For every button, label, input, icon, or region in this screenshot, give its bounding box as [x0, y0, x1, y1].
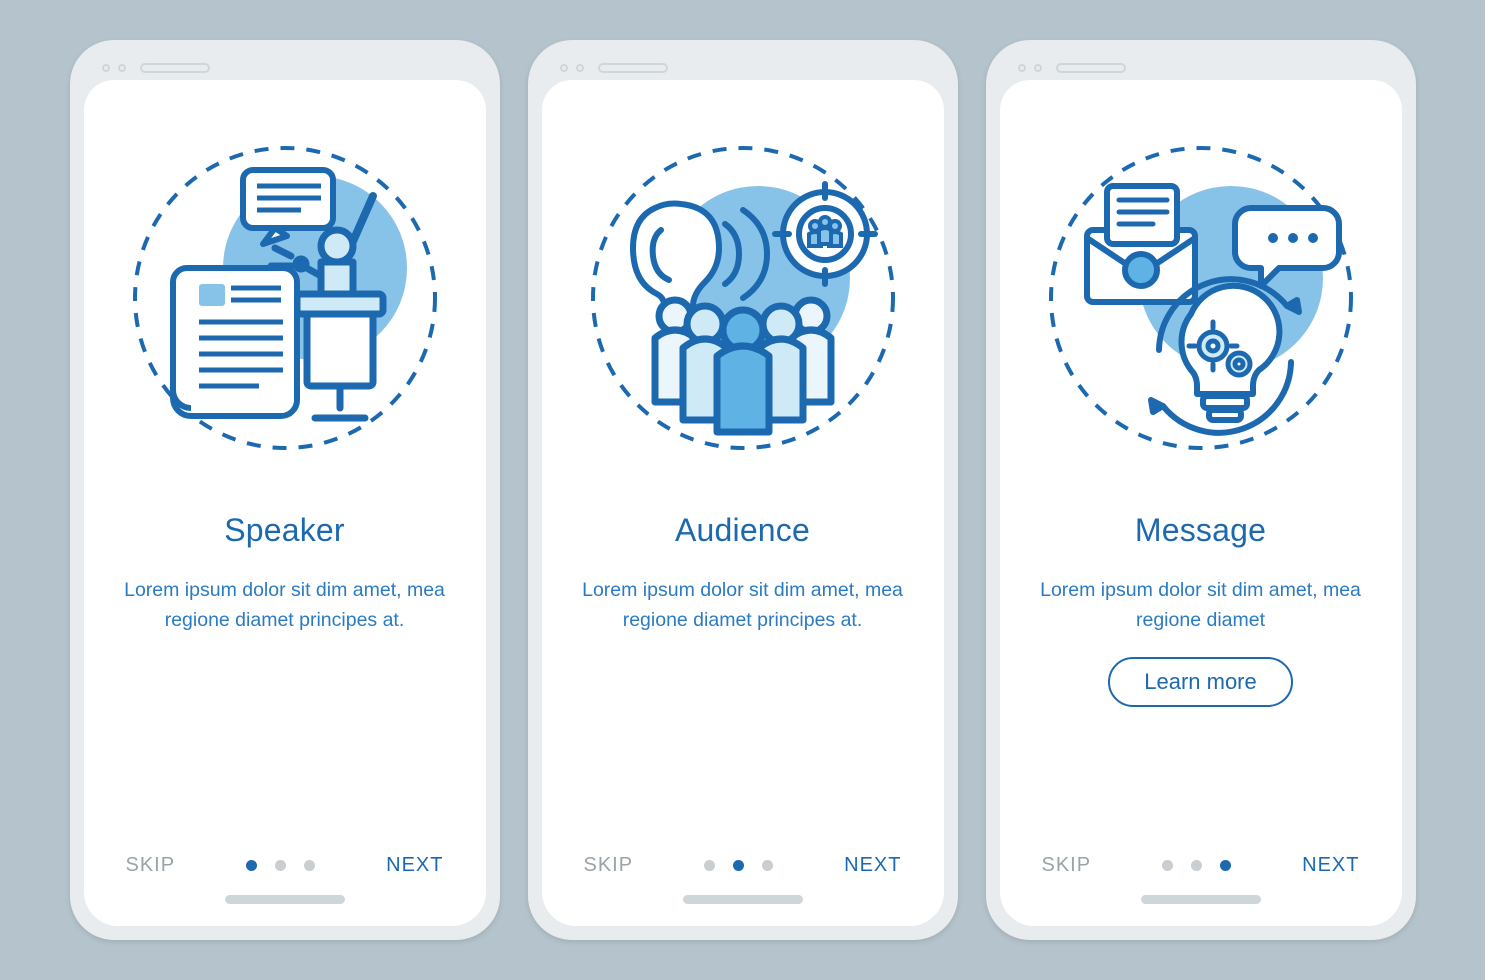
page-indicator	[704, 860, 773, 871]
learn-more-button[interactable]: Learn more	[1108, 657, 1293, 707]
skip-button[interactable]: SKIP	[126, 854, 176, 877]
skip-button[interactable]: SKIP	[584, 854, 634, 877]
page-dot-2[interactable]	[733, 860, 744, 871]
onboarding-description: Lorem ipsum dolor sit dim amet, mea regi…	[1036, 575, 1366, 635]
page-dot-3[interactable]	[304, 860, 315, 871]
onboarding-nav: SKIP NEXT	[118, 854, 452, 887]
phone-frame-2: Audience Lorem ipsum dolor sit dim amet,…	[528, 40, 958, 940]
skip-button[interactable]: SKIP	[1042, 854, 1092, 877]
speaker-podium-icon	[125, 138, 445, 458]
audience-group-icon	[583, 138, 903, 458]
page-dot-3[interactable]	[1220, 860, 1231, 871]
onboarding-nav: SKIP NEXT	[1034, 854, 1368, 887]
device-notch	[542, 54, 944, 80]
next-button[interactable]: NEXT	[1302, 854, 1359, 877]
page-dot-1[interactable]	[1162, 860, 1173, 871]
onboarding-screen-audience: Audience Lorem ipsum dolor sit dim amet,…	[542, 80, 944, 926]
home-indicator	[1141, 895, 1261, 904]
message-idea-icon	[1041, 138, 1361, 458]
page-dot-1[interactable]	[246, 860, 257, 871]
onboarding-nav: SKIP NEXT	[576, 854, 910, 887]
next-button[interactable]: NEXT	[844, 854, 901, 877]
page-dot-1[interactable]	[704, 860, 715, 871]
onboarding-screen-message: Message Lorem ipsum dolor sit dim amet, …	[1000, 80, 1402, 926]
onboarding-description: Lorem ipsum dolor sit dim amet, mea regi…	[578, 575, 908, 635]
home-indicator	[225, 895, 345, 904]
page-dot-2[interactable]	[275, 860, 286, 871]
phone-frame-1: Speaker Lorem ipsum dolor sit dim amet, …	[70, 40, 500, 940]
home-indicator	[683, 895, 803, 904]
onboarding-title: Audience	[675, 512, 810, 549]
page-indicator	[246, 860, 315, 871]
page-dot-2[interactable]	[1191, 860, 1202, 871]
onboarding-description: Lorem ipsum dolor sit dim amet, mea regi…	[120, 575, 450, 635]
onboarding-title: Speaker	[224, 512, 345, 549]
page-dot-3[interactable]	[762, 860, 773, 871]
device-notch	[1000, 54, 1402, 80]
next-button[interactable]: NEXT	[386, 854, 443, 877]
onboarding-title: Message	[1135, 512, 1266, 549]
onboarding-screen-speaker: Speaker Lorem ipsum dolor sit dim amet, …	[84, 80, 486, 926]
page-indicator	[1162, 860, 1231, 871]
phone-frame-3: Message Lorem ipsum dolor sit dim amet, …	[986, 40, 1416, 940]
device-notch	[84, 54, 486, 80]
onboarding-stage: Speaker Lorem ipsum dolor sit dim amet, …	[70, 40, 1416, 940]
